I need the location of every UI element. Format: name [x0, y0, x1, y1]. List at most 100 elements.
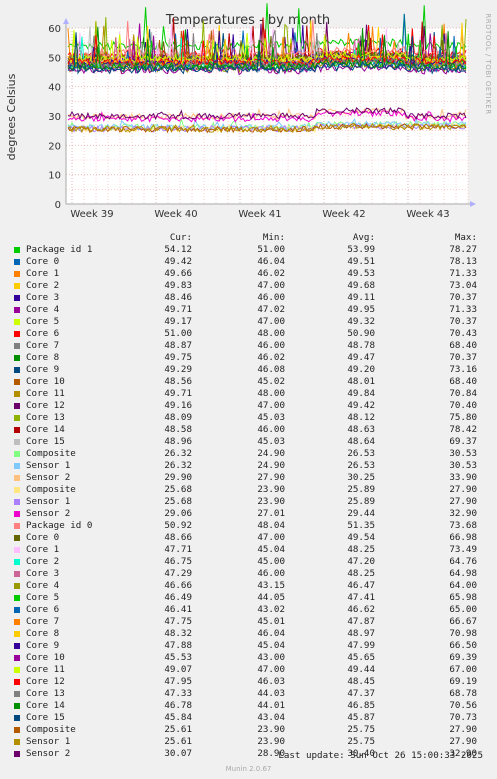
legend-min: 46.00	[257, 568, 285, 579]
chart: Temperatures - by month degrees Celsius …	[5, 3, 492, 220]
legend-name: Package id 1	[26, 244, 93, 255]
legend-min: 46.03	[257, 676, 285, 687]
x-tick-label: Week 39	[70, 209, 113, 220]
legend-avg: 48.01	[347, 376, 375, 387]
legend-cur: 48.32	[164, 628, 192, 639]
legend-item: Core 7 47.75 45.01 47.87 66.67	[0, 616, 497, 628]
legend-avg: 25.89	[347, 484, 375, 495]
legend-max: 71.33	[449, 304, 477, 315]
legend-min: 44.05	[257, 592, 285, 603]
legend-max: 68.40	[449, 340, 477, 351]
legend-swatch	[14, 523, 20, 529]
legend-swatch	[14, 379, 20, 385]
legend-header-min: Min:	[262, 232, 285, 243]
legend-name: Package id 0	[26, 520, 93, 531]
legend-item: Core 9 47.88 45.04 47.99 66.50	[0, 640, 497, 652]
legend-item: Sensor 1 25.68 23.90 25.89 27.90	[0, 496, 497, 508]
legend-cur: 49.83	[164, 280, 192, 291]
legend-swatch	[14, 319, 20, 325]
legend-item: Core 7 48.87 46.00 48.78 68.40	[0, 340, 497, 352]
legend-max: 64.98	[449, 568, 477, 579]
legend-cur: 46.49	[164, 592, 192, 603]
legend-min: 45.04	[257, 544, 285, 555]
legend-avg: 48.78	[347, 340, 375, 351]
legend-avg: 26.53	[347, 460, 375, 471]
legend-cur: 26.32	[164, 448, 192, 459]
legend-cur: 47.29	[164, 568, 192, 579]
legend-min: 45.00	[257, 556, 285, 567]
legend-swatch	[14, 727, 20, 733]
legend-name: Core 8	[26, 628, 60, 639]
legend-min: 45.02	[257, 376, 285, 387]
legend-avg: 45.87	[347, 712, 375, 723]
chart-title: Temperatures - by month	[165, 13, 330, 28]
legend-swatch	[14, 631, 20, 637]
legend-max: 73.68	[449, 520, 477, 531]
legend-max: 30.53	[449, 460, 477, 471]
legend-swatch	[14, 655, 20, 661]
legend-max: 27.90	[449, 484, 477, 495]
legend-cur: 48.09	[164, 412, 192, 423]
legend-item: Core 1 47.71 45.04 48.25 73.49	[0, 544, 497, 556]
legend-item: Core 0 49.42 46.04 49.51 78.13	[0, 256, 497, 268]
munin-version: Munin 2.0.67	[225, 765, 272, 773]
rrdtool-label: RRDTOOL / TOBI OETIKER	[484, 13, 492, 114]
legend-swatch	[14, 499, 20, 505]
legend-cur: 49.71	[164, 304, 192, 315]
legend-item: Core 3 48.46 46.00 49.11 70.37	[0, 292, 497, 304]
legend-min: 46.02	[257, 352, 285, 363]
legend-name: Core 6	[26, 604, 60, 615]
legend-swatch	[14, 739, 20, 745]
legend-swatch	[14, 679, 20, 685]
legend-avg: 49.32	[347, 316, 375, 327]
legend-avg: 45.65	[347, 652, 375, 663]
y-axis-arrow	[63, 18, 69, 24]
legend-swatch	[14, 547, 20, 553]
legend-name: Core 0	[26, 532, 60, 543]
legend-item: Core 12 47.95 46.03 48.45 69.19	[0, 676, 497, 688]
legend-cur: 48.58	[164, 424, 192, 435]
legend-min: 46.02	[257, 268, 285, 279]
legend-cur: 25.68	[164, 484, 192, 495]
legend-name: Sensor 1	[26, 496, 71, 507]
legend-header-avg: Avg:	[352, 232, 375, 243]
legend-name: Core 4	[26, 580, 60, 591]
legend: Cur: Min: Avg: Max: Package id 1 54.12 51.…	[0, 232, 497, 760]
legend-max: 78.27	[449, 244, 477, 255]
legend-avg: 49.44	[347, 664, 375, 675]
legend-name: Core 7	[26, 340, 60, 351]
legend-cur: 49.17	[164, 316, 192, 327]
legend-avg: 49.95	[347, 304, 375, 315]
legend-name: Core 11	[26, 664, 65, 675]
legend-item: Sensor 2 29.06 27.01 29.44 32.90	[0, 508, 497, 520]
legend-max: 69.37	[449, 436, 477, 447]
x-tick-labels: Week 39 Week 40 Week 41 Week 42 Week 43	[70, 209, 449, 220]
legend-swatch	[14, 535, 20, 541]
legend-cur: 49.42	[164, 256, 192, 267]
legend-item: Package id 0 50.92 48.04 51.35 73.68	[0, 520, 497, 532]
legend-max: 70.40	[449, 400, 477, 411]
y-tick-label: 60	[48, 24, 61, 35]
y-tick-label: 50	[48, 53, 61, 64]
legend-item: Core 4 49.71 47.02 49.95 71.33	[0, 304, 497, 316]
legend-max: 64.00	[449, 580, 477, 591]
legend-name: Core 2	[26, 556, 60, 567]
y-tick-label: 30	[48, 112, 61, 123]
legend-min: 51.00	[257, 244, 285, 255]
legend-avg: 30.25	[347, 472, 375, 483]
legend-max: 66.98	[449, 532, 477, 543]
legend-min: 43.00	[257, 652, 285, 663]
legend-min: 24.90	[257, 460, 285, 471]
legend-swatch	[14, 343, 20, 349]
legend-name: Core 10	[26, 376, 65, 387]
legend-avg: 25.89	[347, 496, 375, 507]
legend-avg: 53.99	[347, 244, 375, 255]
legend-item: Composite 26.32 24.90 26.53 30.53	[0, 448, 497, 460]
legend-min: 48.00	[257, 328, 285, 339]
legend-item: Core 13 48.09 45.03 48.12 75.80	[0, 412, 497, 424]
legend-cur: 47.88	[164, 640, 192, 651]
legend-cur: 47.71	[164, 544, 192, 555]
legend-header-max: Max:	[454, 232, 477, 243]
legend-avg: 47.37	[347, 688, 375, 699]
y-tick-label: 20	[48, 141, 61, 152]
